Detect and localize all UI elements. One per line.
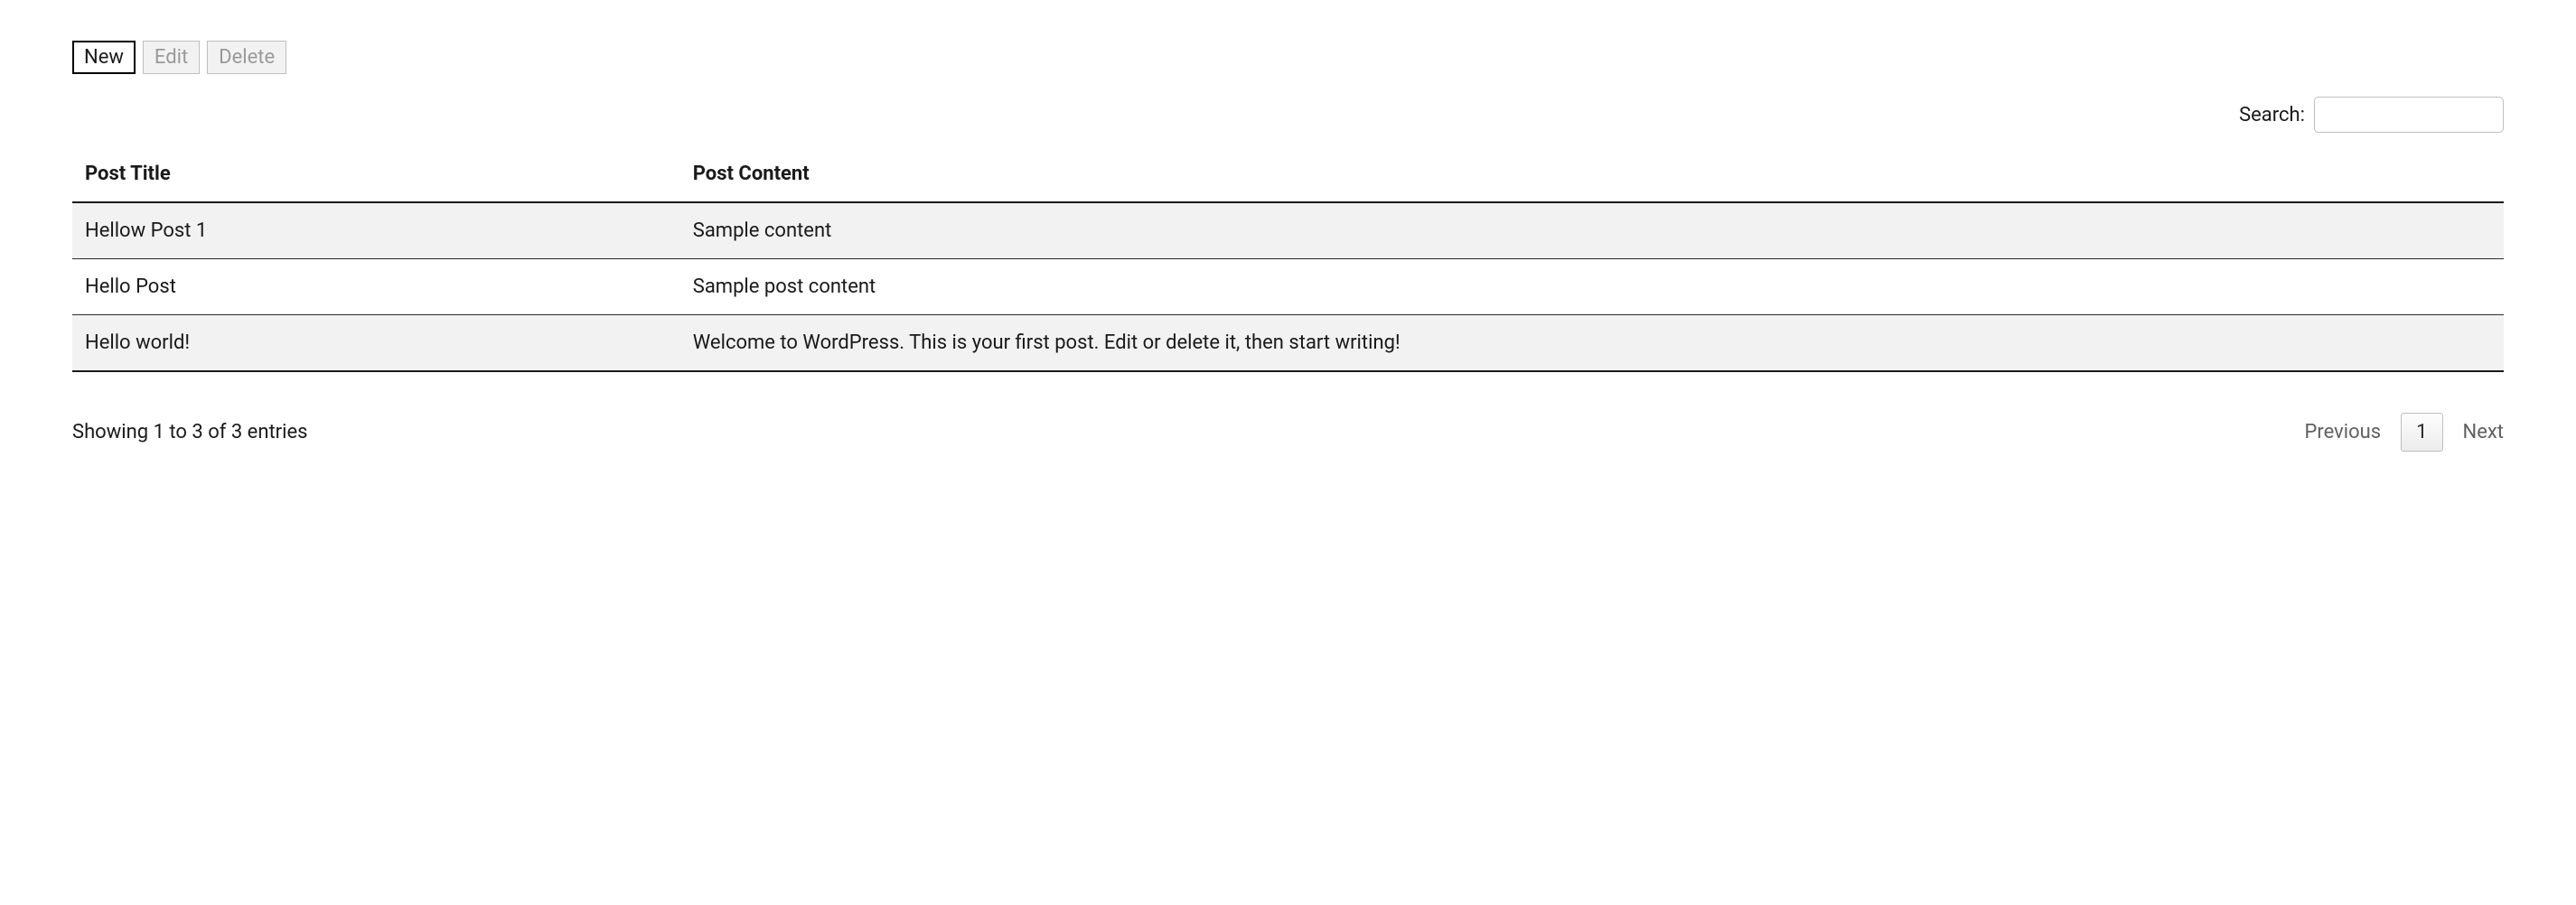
column-header-title[interactable]: Post Title bbox=[72, 146, 680, 202]
edit-button[interactable]: Edit bbox=[143, 41, 200, 74]
table-row[interactable]: Hello Post Sample post content bbox=[72, 259, 2504, 315]
cell-content: Sample post content bbox=[680, 259, 2504, 315]
search-label: Search: bbox=[2239, 104, 2305, 126]
delete-button[interactable]: Delete bbox=[207, 41, 286, 74]
posts-table: Post Title Post Content Hellow Post 1 Sa… bbox=[72, 146, 2504, 372]
cell-content: Sample content bbox=[680, 202, 2504, 259]
table-row[interactable]: Hello world! Welcome to WordPress. This … bbox=[72, 315, 2504, 372]
cell-title: Hellow Post 1 bbox=[72, 202, 680, 259]
page-number-1[interactable]: 1 bbox=[2401, 413, 2442, 452]
toolbar: New Edit Delete bbox=[72, 41, 2504, 74]
previous-button[interactable]: Previous bbox=[2304, 421, 2381, 443]
cell-title: Hello world! bbox=[72, 315, 680, 372]
table-row[interactable]: Hellow Post 1 Sample content bbox=[72, 202, 2504, 259]
entries-info: Showing 1 to 3 of 3 entries bbox=[72, 421, 308, 443]
table-header-row: Post Title Post Content bbox=[72, 146, 2504, 202]
next-button[interactable]: Next bbox=[2463, 421, 2504, 443]
table-footer: Showing 1 to 3 of 3 entries Previous 1 N… bbox=[72, 413, 2504, 452]
pagination: Previous 1 Next bbox=[2304, 413, 2504, 452]
cell-title: Hello Post bbox=[72, 259, 680, 315]
search-row: Search: bbox=[72, 97, 2504, 133]
column-header-content[interactable]: Post Content bbox=[680, 146, 2504, 202]
search-input[interactable] bbox=[2314, 97, 2504, 133]
cell-content: Welcome to WordPress. This is your first… bbox=[680, 315, 2504, 372]
new-button[interactable]: New bbox=[72, 41, 136, 74]
